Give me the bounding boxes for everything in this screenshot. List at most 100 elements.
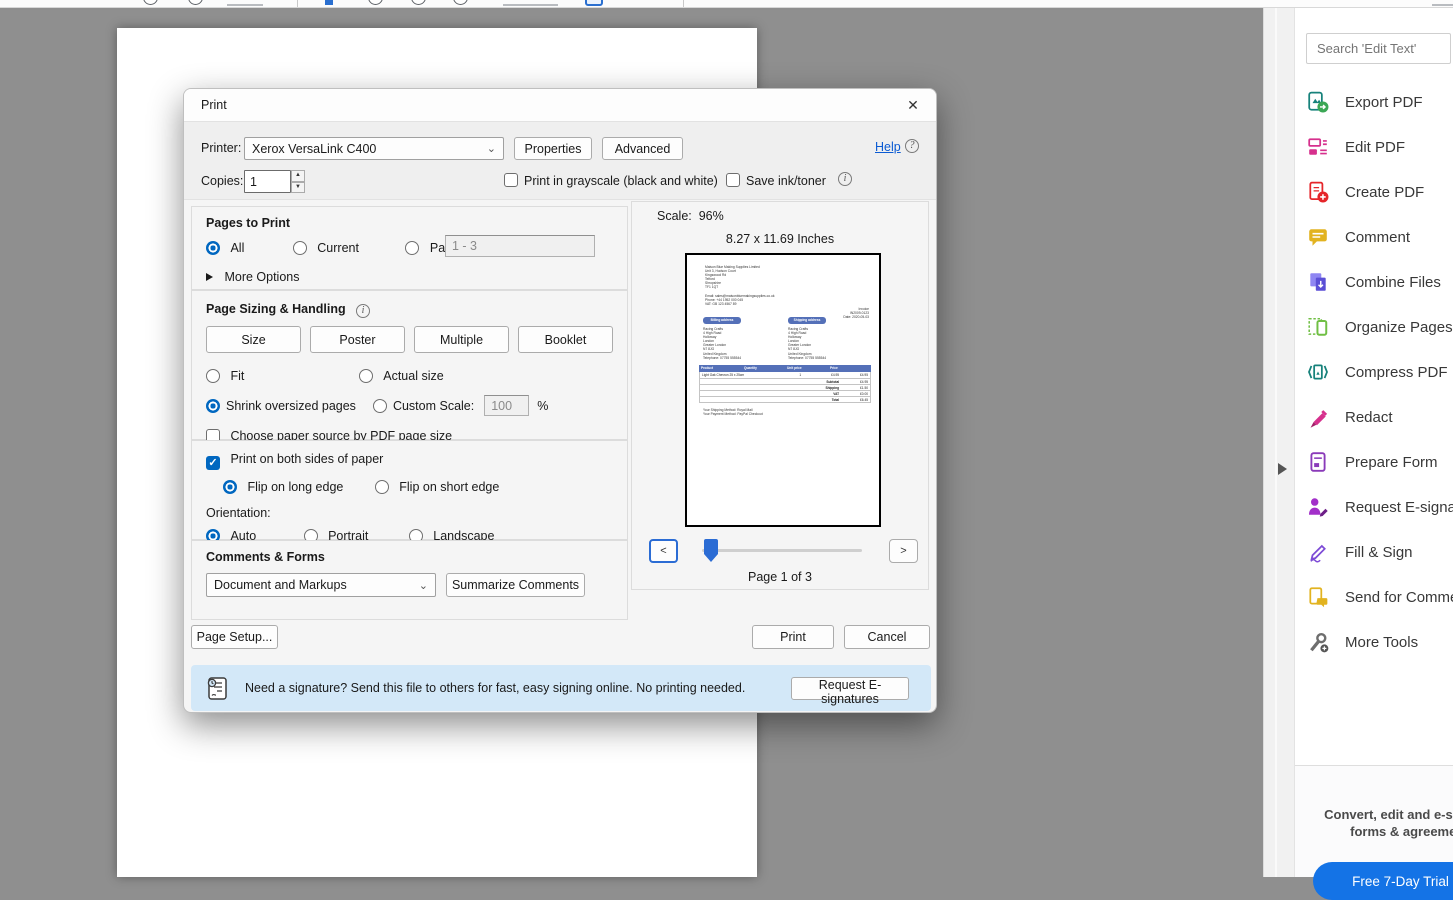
size-button[interactable]: Size: [206, 326, 301, 353]
info-icon[interactable]: i: [356, 304, 371, 318]
sidebar-collapse-icon[interactable]: [1278, 463, 1287, 475]
sidebar-item-prepare-form[interactable]: Prepare Form: [1307, 444, 1453, 480]
sidebar-item-label: Redact: [1345, 408, 1393, 426]
toolbar-icon-fragment[interactable]: [227, 4, 263, 6]
sidebar-item-label: Fill & Sign: [1345, 543, 1413, 561]
sidebar-item-label: Edit PDF: [1345, 138, 1406, 156]
printer-value: Xerox VersaLink C400: [252, 141, 377, 156]
sidebar-item-fill-sign[interactable]: Fill & Sign: [1307, 534, 1453, 570]
sidebar-item-comment[interactable]: Comment: [1307, 219, 1453, 255]
sidebar-item-send-for-comments[interactable]: Send for Comments: [1307, 579, 1453, 615]
more-tools-icon: [1310, 632, 1329, 653]
flip-short-radio[interactable]: [374, 480, 389, 494]
poster-button[interactable]: Poster: [310, 326, 405, 353]
create-pdf-icon: [1309, 181, 1329, 203]
page-slider-track[interactable]: [702, 549, 862, 552]
toolbar-icon-fragment[interactable]: [188, 0, 203, 5]
combine-files-icon: [1310, 273, 1326, 291]
next-page-button[interactable]: >: [889, 539, 918, 563]
toolbar-icon-fragment[interactable]: [453, 0, 468, 5]
printer-select[interactable]: Xerox VersaLink C400 ⌄: [244, 137, 504, 160]
multiple-button[interactable]: Multiple: [414, 326, 509, 353]
sidebar-item-redact[interactable]: Redact: [1307, 399, 1453, 435]
invoice-summary-rows: Subtotal £4.95 Shipping £1.50 VAT £0.00 Total £…: [699, 378, 871, 404]
sidebar-item-edit-pdf[interactable]: Edit PDF: [1307, 129, 1453, 165]
stepper-down-icon[interactable]: ▼: [291, 181, 305, 193]
sidebar-item-label: Create PDF: [1345, 183, 1425, 201]
toolbar-icon-fragment[interactable]: [368, 0, 383, 5]
sidebar-item-compress-pdf[interactable]: Compress PDF: [1307, 354, 1453, 390]
custom-scale-radio[interactable]: [372, 398, 387, 413]
sidebar-item-label: Export PDF: [1345, 93, 1423, 111]
cancel-button[interactable]: Cancel: [844, 625, 930, 649]
sidebar-item-export-pdf[interactable]: Export PDF: [1307, 84, 1453, 120]
gutter-divider: [1275, 8, 1277, 877]
comments-forms-select[interactable]: Document and Markups ⌄: [206, 573, 436, 597]
pages-range-input[interactable]: [445, 235, 595, 257]
advanced-button[interactable]: Advanced: [602, 137, 683, 160]
pages-current-radio[interactable]: [292, 241, 307, 255]
previous-page-button[interactable]: <: [649, 539, 678, 563]
percent-label: %: [537, 398, 549, 413]
toolbar-selected-tool[interactable]: [585, 0, 603, 6]
dialog-titlebar[interactable]: Print ✕: [184, 89, 936, 121]
request-esignatures-button[interactable]: Request E-signatures: [791, 677, 909, 706]
actual-size-radio[interactable]: [358, 369, 373, 383]
banner-text: Need a signature? Send this file to othe…: [245, 681, 746, 695]
shrink-radio[interactable]: [206, 398, 220, 413]
toolbar-icon-fragment[interactable]: [1432, 4, 1453, 6]
info-icon[interactable]: i: [838, 172, 852, 186]
toolbar-icon-fragment[interactable]: [503, 4, 558, 6]
sidebar-item-create-pdf[interactable]: Create PDF: [1307, 174, 1453, 210]
promo-text: Convert, edit and e-sign PDF forms & agr…: [1324, 807, 1453, 839]
toolbar-divider: [297, 0, 298, 7]
both-sides-checkbox[interactable]: ✓: [206, 456, 220, 470]
toolbar-icon-fragment[interactable]: [143, 0, 158, 5]
toolbar-icon-fragment[interactable]: [411, 0, 426, 5]
page-setup-button[interactable]: Page Setup...: [191, 625, 278, 649]
flip-short-label: Flip on short edge: [399, 480, 500, 494]
page-sizing-section: Page Sizing & Handling i Size Poster Mul…: [191, 290, 628, 443]
pages-all-radio[interactable]: [206, 241, 220, 255]
help-icon[interactable]: ?: [905, 139, 919, 153]
close-icon[interactable]: ✕: [900, 92, 926, 118]
invoice-meta-block: Invoice IN2009-0123 Date: 2020-05-03: [843, 307, 869, 320]
custom-scale-input[interactable]: [484, 395, 530, 416]
comments-forms-value: Document and Markups: [214, 578, 347, 592]
booklet-button[interactable]: Booklet: [518, 326, 613, 353]
toolbar-divider: [683, 0, 684, 7]
esign-banner: Need a signature? Send this file to othe…: [191, 665, 931, 711]
summarize-comments-button[interactable]: Summarize Comments: [446, 573, 585, 597]
scroll-gutter[interactable]: [1263, 8, 1294, 877]
more-options-toggle[interactable]: More Options: [224, 270, 299, 284]
grayscale-checkbox[interactable]: [504, 173, 518, 187]
save-ink-checkbox[interactable]: [726, 173, 740, 187]
page-slider-handle[interactable]: [704, 539, 718, 562]
stepper-up-icon[interactable]: ▲: [291, 170, 305, 182]
billing-address-pill: Billing address: [703, 317, 741, 324]
sidebar-item-label: Organize Pages: [1345, 318, 1453, 336]
signature-doc-icon: [207, 676, 227, 700]
copies-stepper[interactable]: ▲ ▼: [291, 170, 305, 193]
sidebar-item-request-esign[interactable]: Request E-signatures: [1307, 489, 1453, 525]
flip-long-label: Flip on long edge: [247, 480, 344, 494]
comments-forms-title: Comments & Forms: [206, 550, 325, 564]
sidebar-item-label: Prepare Form: [1345, 453, 1438, 471]
copies-input[interactable]: [244, 170, 291, 193]
free-trial-button[interactable]: Free 7-Day Trial: [1313, 862, 1453, 900]
sidebar-item-organize-pages[interactable]: Organize Pages: [1307, 309, 1453, 345]
pages-to-print-section: Pages to Print All Current Pages More Op…: [191, 206, 628, 290]
print-button[interactable]: Print: [752, 625, 834, 649]
sidebar-item-combine-files[interactable]: Combine Files: [1307, 264, 1453, 300]
toolbar-icon-fragment[interactable]: [325, 0, 333, 5]
expander-arrow-icon: [206, 273, 213, 281]
help-link[interactable]: Help: [875, 140, 901, 154]
fit-radio[interactable]: [206, 369, 220, 383]
sidebar-item-more-tools[interactable]: More Tools: [1307, 624, 1453, 660]
invoice-footer-block: Your Shipping Method: Royal Mail Your Pay…: [703, 408, 763, 417]
pages-all-label: All: [230, 241, 245, 255]
pages-range-radio[interactable]: [405, 241, 420, 255]
properties-button[interactable]: Properties: [514, 137, 592, 160]
flip-long-radio[interactable]: [223, 480, 237, 494]
search-input[interactable]: [1306, 33, 1451, 64]
